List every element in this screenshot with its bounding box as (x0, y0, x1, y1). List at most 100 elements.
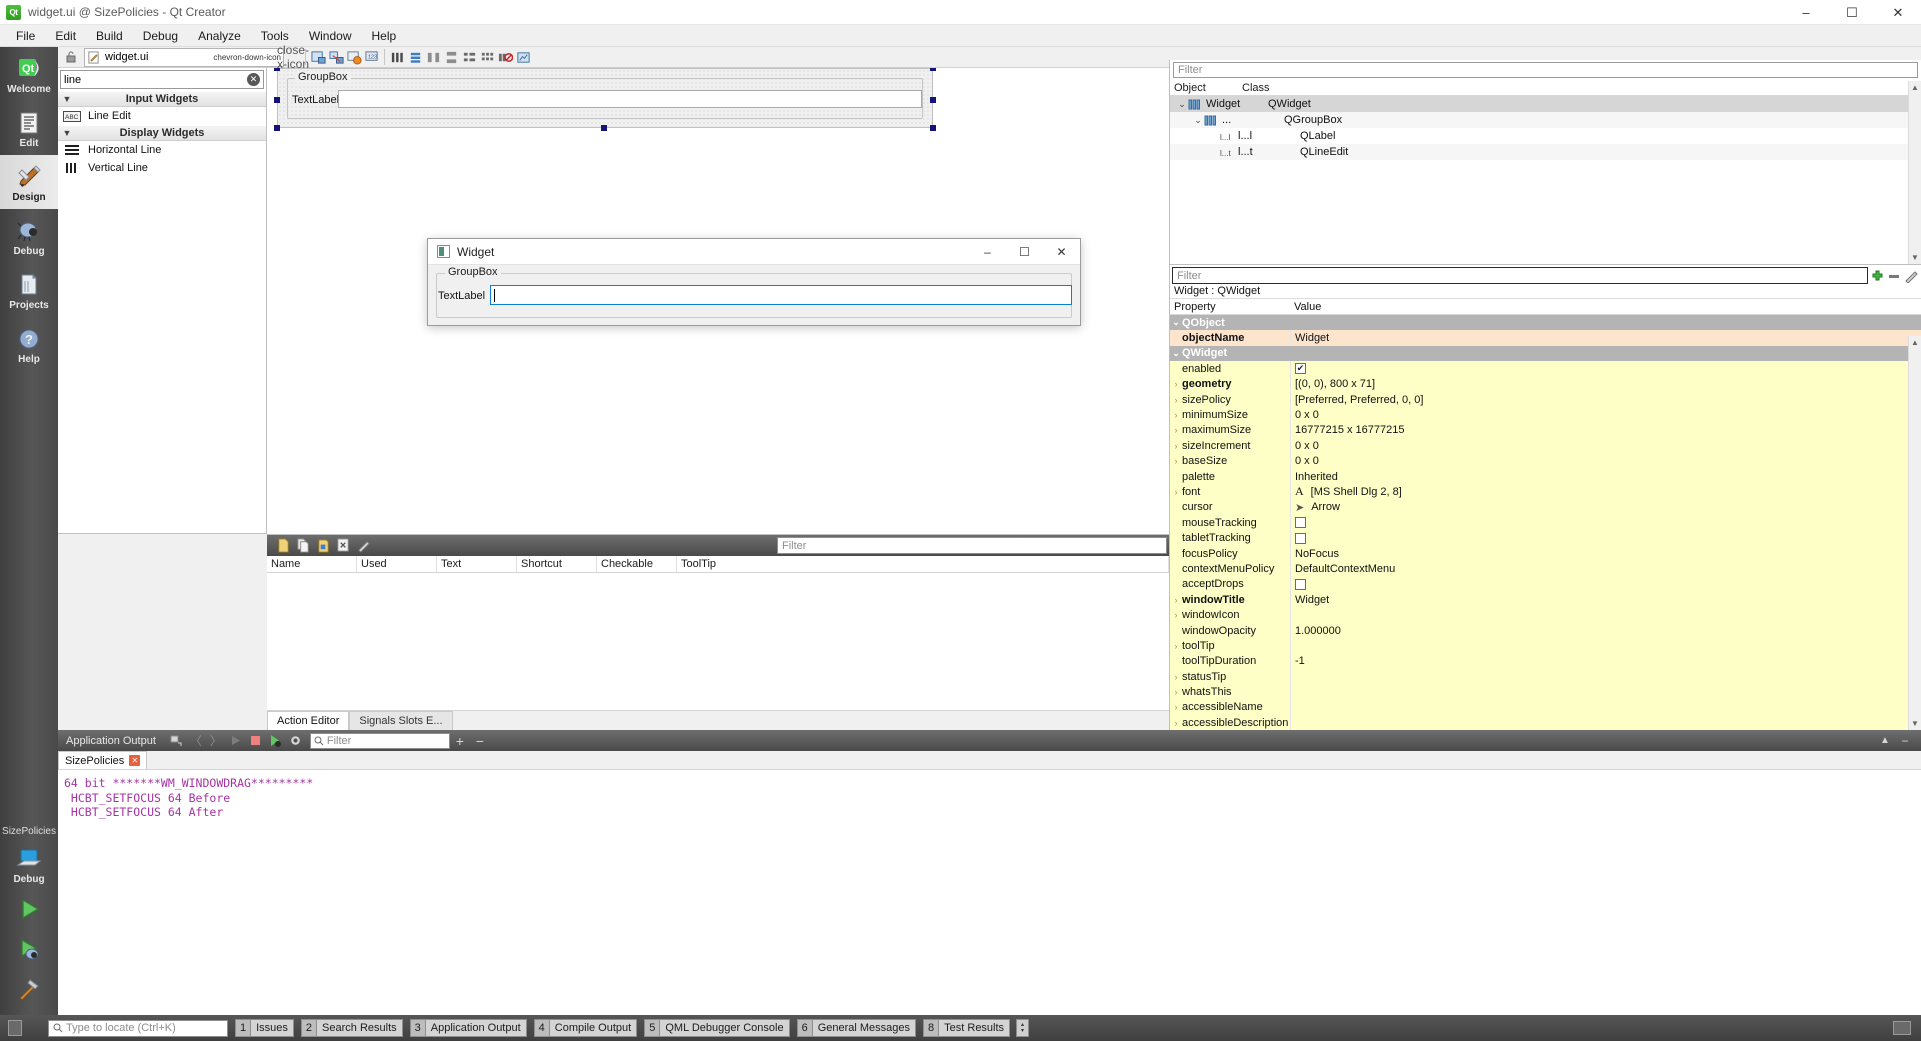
chevron-right-icon[interactable]: › (1170, 702, 1182, 712)
output-pane-compile-output[interactable]: 4 Compile Output (533, 1019, 638, 1037)
chevron-down-icon[interactable]: ▼ (1911, 253, 1919, 262)
property-row-qwidget[interactable]: ⌄ QWidget (1170, 345, 1921, 362)
object-column-object[interactable]: Object (1170, 80, 1238, 95)
menu-edit[interactable]: Edit (45, 26, 86, 46)
output-tab-sizepolicies[interactable]: SizePolicies ✕ (58, 751, 148, 769)
widget-category-display-widgets[interactable]: ▼ Display Widgets (58, 125, 266, 141)
chevron-right-icon[interactable]: › (1170, 395, 1182, 405)
property-row-maximumsize[interactable]: › maximumSize 16777215 x 16777215 (1170, 422, 1921, 439)
chevron-down-icon[interactable]: chevron-down-icon (213, 53, 281, 62)
output-pane-general-messages[interactable]: 6 General Messages (796, 1019, 917, 1037)
selection-handle-ml[interactable] (274, 97, 280, 103)
mode-design[interactable]: Design (0, 155, 58, 209)
property-row-sizeincrement[interactable]: › sizeIncrement 0 x 0 (1170, 438, 1921, 454)
property-row-contextmenupolicy[interactable]: contextMenuPolicy DefaultContextMenu (1170, 561, 1921, 577)
run-with-debug-button[interactable] (266, 732, 286, 750)
chevron-right-icon[interactable]: › (1170, 595, 1182, 605)
active-project-label[interactable]: SizePolicies (0, 823, 58, 839)
close-x-icon[interactable]: ✕ (129, 755, 141, 766)
property-column-property[interactable]: Property (1170, 299, 1290, 314)
form-line-edit[interactable] (338, 90, 922, 108)
preview-maximize-button[interactable]: ☐ (1006, 239, 1043, 265)
property-value-cell[interactable] (1290, 530, 1921, 546)
chevron-right-icon[interactable]: › (1170, 425, 1182, 435)
checkbox-unchecked-icon[interactable] (1295, 517, 1306, 529)
chevron-up-icon[interactable]: ▲ (1911, 338, 1919, 347)
selection-handle-tr[interactable] (930, 68, 936, 71)
property-value-cell[interactable] (1290, 638, 1921, 654)
checkbox-checked-icon[interactable]: ✔ (1295, 363, 1306, 375)
attach-debugger-button[interactable] (166, 732, 186, 750)
property-value-cell[interactable] (1290, 699, 1921, 716)
minimize-button[interactable]: – (1783, 0, 1829, 25)
layout-in-grid-button[interactable] (478, 48, 496, 66)
property-row-mousetracking[interactable]: mouseTracking (1170, 515, 1921, 531)
action-column-checkable[interactable]: Checkable (597, 556, 677, 572)
maximize-output-button[interactable]: ▲ (1875, 732, 1895, 750)
selection-handle-bc[interactable] (601, 125, 607, 131)
property-editor-filter[interactable]: Filter (1172, 267, 1868, 284)
property-column-value[interactable]: Value (1290, 299, 1921, 314)
output-pane-issues[interactable]: 1 Issues (235, 1019, 294, 1037)
adjust-size-button[interactable] (514, 48, 532, 66)
property-row-windowopacity[interactable]: windowOpacity 1.000000 (1170, 622, 1921, 639)
property-row-objectname[interactable]: objectName Widget (1170, 330, 1921, 346)
chevron-down-icon[interactable]: ⌄ (1176, 99, 1188, 110)
progress-details-icon[interactable] (1893, 1021, 1911, 1035)
layout-in-form-button[interactable] (460, 48, 478, 66)
chevron-up-icon[interactable]: ▲ (1911, 83, 1919, 92)
new-action-button[interactable] (273, 537, 293, 555)
property-row-windowtitle[interactable]: › windowTitle Widget (1170, 592, 1921, 608)
rerun-button[interactable] (226, 732, 246, 750)
chevron-right-icon[interactable]: › (1170, 379, 1182, 389)
close-button[interactable]: ✕ (1875, 0, 1921, 25)
property-value-cell[interactable]: A [MS Shell Dlg 2, 8] (1290, 484, 1921, 500)
open-document-selector[interactable]: widget.ui chevron-down-icon (84, 47, 284, 67)
widget-item-vertical-line[interactable]: Vertical Line (58, 159, 266, 177)
property-value-cell[interactable]: Widget (1290, 330, 1921, 346)
widget-item-horizontal-line[interactable]: Horizontal Line (58, 141, 266, 159)
clear-circle-icon[interactable]: ✕ (247, 73, 260, 86)
menu-file[interactable]: File (6, 26, 45, 46)
preview-close-button[interactable]: ✕ (1043, 239, 1080, 265)
property-row-enabled[interactable]: enabled ✔ (1170, 361, 1921, 377)
chevron-right-icon[interactable]: › (1170, 410, 1182, 420)
widget-box-filter[interactable]: line ✕ (60, 70, 264, 89)
stop-button[interactable] (246, 732, 266, 750)
property-value-cell[interactable]: 16777215 x 16777215 (1290, 422, 1921, 439)
edit-widgets-button[interactable] (309, 48, 327, 66)
object-row-widget[interactable]: ⌄ Widget QWidget (1170, 96, 1921, 112)
chevron-right-icon[interactable]: › (1170, 687, 1182, 697)
chevron-down-icon[interactable]: ⌄ (1170, 317, 1182, 328)
chevron-down-icon[interactable]: ▼ (1911, 719, 1919, 728)
selection-handle-mr[interactable] (930, 97, 936, 103)
object-row-lineedit[interactable]: l...t l...t QLineEdit (1170, 144, 1921, 160)
action-column-used[interactable]: Used (357, 556, 437, 572)
object-inspector-filter[interactable]: Filter (1173, 62, 1918, 78)
chevron-down-icon[interactable]: ⌄ (1192, 115, 1204, 126)
property-row-accessiblename[interactable]: › accessibleName (1170, 699, 1921, 716)
property-value-cell[interactable]: [Preferred, Preferred, 0, 0] (1290, 391, 1921, 408)
property-row-cursor[interactable]: cursor ➤ Arrow (1170, 499, 1921, 516)
chevron-right-icon[interactable]: › (1170, 456, 1182, 466)
settings-button[interactable] (286, 732, 306, 750)
property-row-tooltip[interactable]: › toolTip (1170, 638, 1921, 654)
chevron-right-icon[interactable]: › (1170, 487, 1182, 497)
widget-item-line-edit[interactable]: ABC Line Edit (58, 107, 266, 125)
edit-tab-order-button[interactable]: 123 (363, 48, 381, 66)
add-property-button[interactable] (1868, 267, 1885, 284)
property-row-geometry[interactable]: › geometry [(0, 0), 800 x 71] (1170, 376, 1921, 392)
sidebar-toggle-icon[interactable] (8, 1020, 22, 1036)
form-text-label[interactable]: TextLabel (292, 94, 339, 106)
property-row-accessibledescription[interactable]: › accessibleDescription (1170, 715, 1921, 731)
action-column-text[interactable]: Text (437, 556, 517, 572)
property-row-whatsthis[interactable]: › whatsThis (1170, 684, 1921, 700)
property-value-cell[interactable]: [(0, 0), 800 x 71] (1290, 376, 1921, 392)
output-filter-input[interactable]: Filter (309, 732, 450, 749)
spin-down-icon[interactable]: ▾ (1021, 1028, 1024, 1034)
chevron-right-icon[interactable]: › (1170, 610, 1182, 620)
property-row-minimumsize[interactable]: › minimumSize 0 x 0 (1170, 407, 1921, 423)
remove-property-button[interactable] (1885, 267, 1902, 284)
selection-handle-bl[interactable] (274, 125, 280, 131)
property-value-cell[interactable]: 0 x 0 (1290, 438, 1921, 454)
